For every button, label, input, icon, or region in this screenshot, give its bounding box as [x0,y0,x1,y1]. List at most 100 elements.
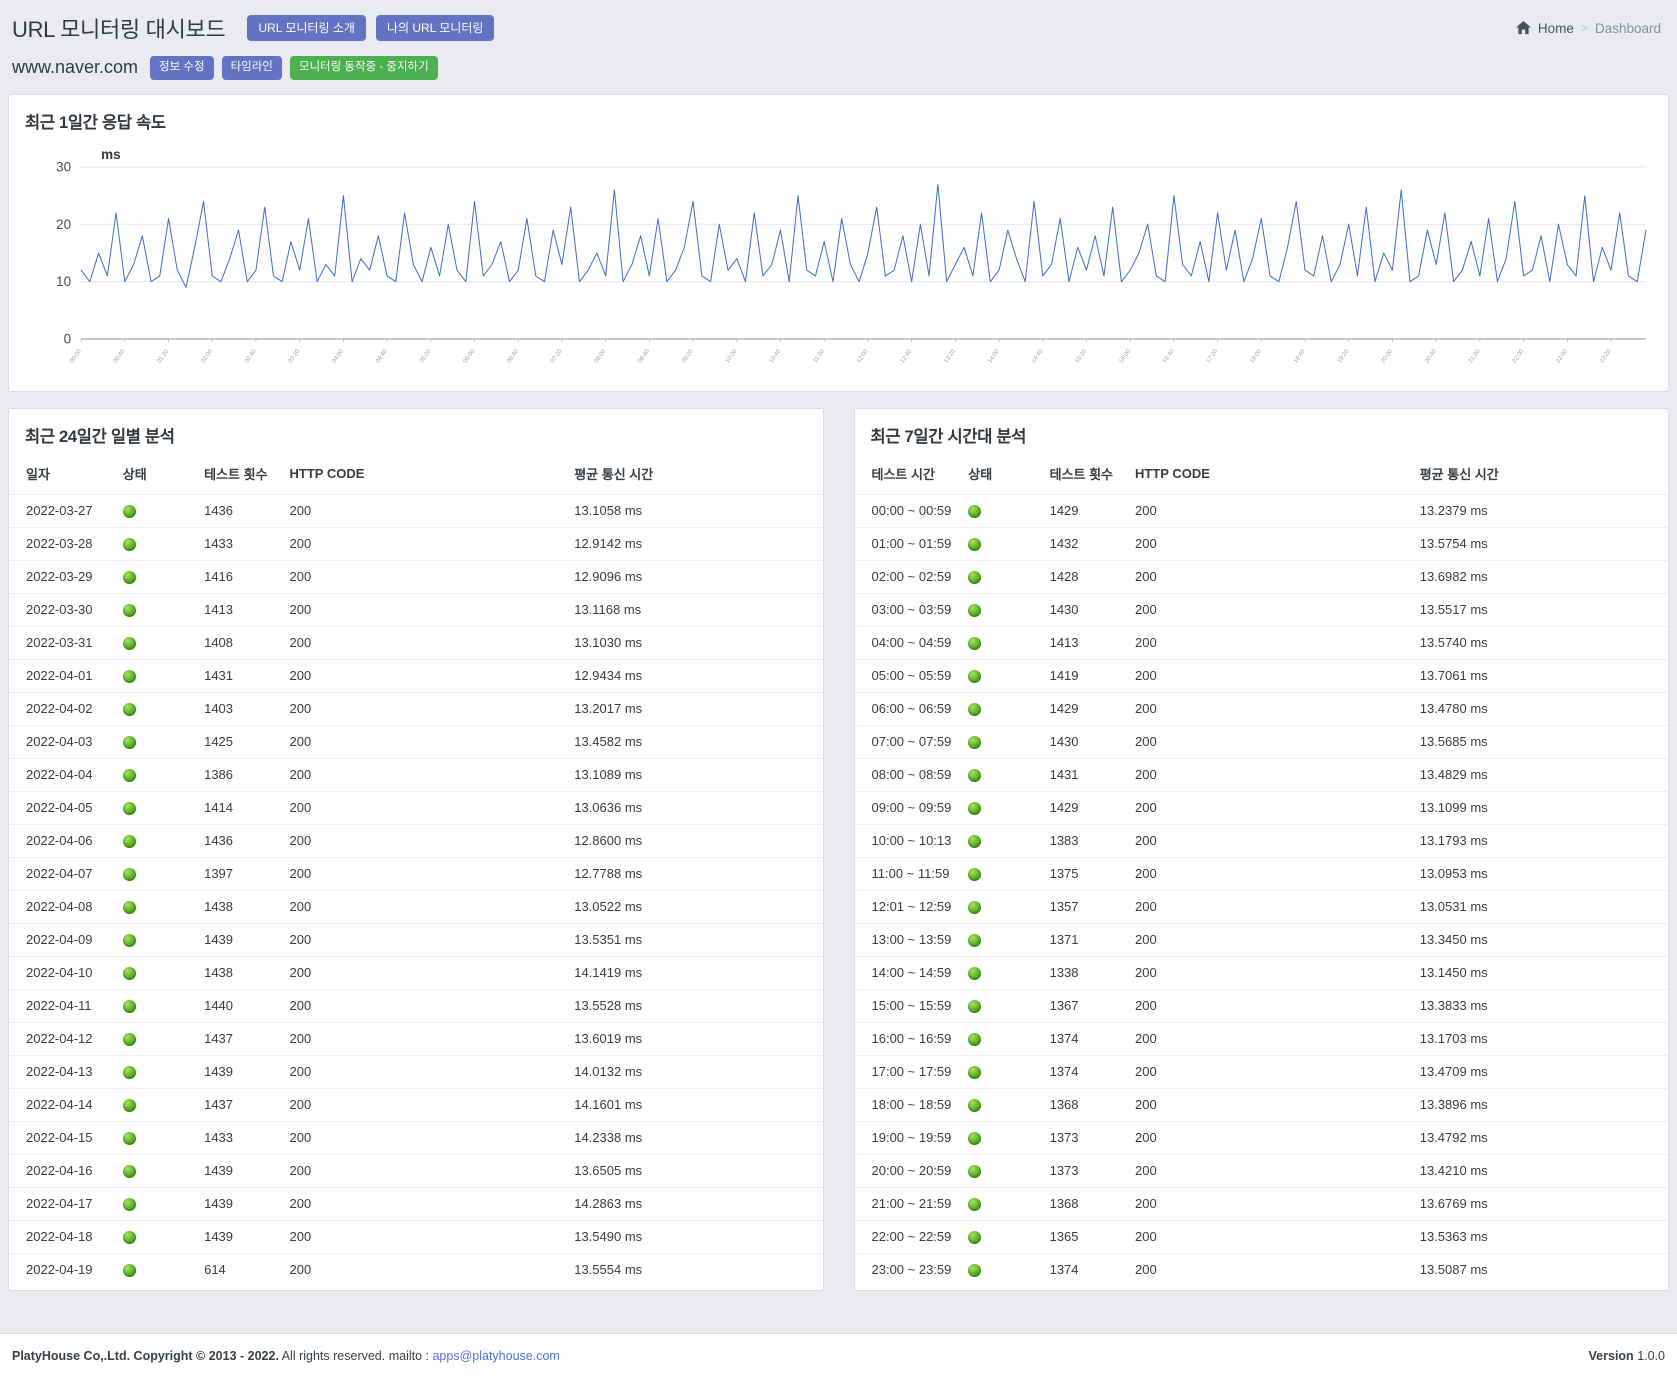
status-ok-icon [123,670,136,683]
cell: 12.9142 ms [566,527,822,560]
status-ok-icon [123,1231,136,1244]
svg-text:10:00: 10:00 [725,348,739,364]
page-title: URL 모니터링 대시보드 [12,12,225,44]
cell: 200 [1127,890,1412,923]
cell: 200 [282,494,567,527]
cell: 2022-04-18 [9,1220,115,1253]
status-ok-icon [968,769,981,782]
breadcrumb-home-link[interactable]: Home [1538,21,1574,36]
status-cell [960,791,1041,824]
cell: 13.0953 ms [1412,857,1668,890]
status-ok-icon [968,901,981,914]
table-row: 2022-04-14143720014.1601 ms [9,1088,823,1121]
cell: 13.2379 ms [1412,494,1668,527]
cell: 200 [282,593,567,626]
email-link[interactable]: apps@platyhouse.com [432,1349,559,1363]
status-cell [115,1055,196,1088]
cell: 13.5087 ms [1412,1253,1668,1286]
cell: 200 [282,1154,567,1187]
cell: 1440 [196,989,281,1022]
status-cell [960,527,1041,560]
status-cell [115,989,196,1022]
status-cell [115,626,196,659]
cell: 200 [282,791,567,824]
column-header: 평균 통신 시간 [566,453,822,495]
status-ok-icon [123,1132,136,1145]
cell: 13.5685 ms [1412,725,1668,758]
table-row: 2022-04-04138620013.1089 ms [9,758,823,791]
cell: 200 [1127,1154,1412,1187]
status-ok-icon [123,1000,136,1013]
svg-text:00:40: 00:40 [113,348,127,364]
table-row: 03:00 ~ 03:59143020013.5517 ms [855,593,1669,626]
svg-text:14:00: 14:00 [987,348,1001,364]
cell: 1414 [196,791,281,824]
cell: 200 [282,857,567,890]
table-row: 2022-03-28143320012.9142 ms [9,527,823,560]
cell: 14.0132 ms [566,1055,822,1088]
cell: 1338 [1042,956,1127,989]
table-row: 2022-04-18143920013.5490 ms [9,1220,823,1253]
status-cell [115,560,196,593]
cell: 200 [282,659,567,692]
cell: 21:00 ~ 21:59 [855,1187,961,1220]
status-ok-icon [968,670,981,683]
table-row: 2022-04-17143920014.2863 ms [9,1187,823,1220]
cell: 13.3896 ms [1412,1088,1668,1121]
cell: 1386 [196,758,281,791]
status-cell [960,1121,1041,1154]
svg-text:08:40: 08:40 [637,348,651,364]
cell: 2022-04-10 [9,956,115,989]
cell: 200 [1127,1187,1412,1220]
status-cell [960,1187,1041,1220]
cell: 200 [282,527,567,560]
svg-text:11:20: 11:20 [813,348,827,364]
cell: 13.1703 ms [1412,1022,1668,1055]
svg-text:22:00: 22:00 [1512,348,1526,364]
cell: 17:00 ~ 17:59 [855,1055,961,1088]
edit-info-button[interactable]: 정보 수정 [150,56,214,80]
status-ok-icon [968,1198,981,1211]
status-ok-icon [123,604,136,617]
timeline-button[interactable]: 타임라인 [222,56,282,80]
cell: 200 [282,1220,567,1253]
url-monitoring-intro-button[interactable]: URL 모니터링 소개 [247,15,365,41]
status-cell [960,659,1041,692]
cell: 1368 [1042,1187,1127,1220]
status-ok-icon [123,637,136,650]
svg-text:05:20: 05:20 [419,348,433,364]
cell: 200 [282,923,567,956]
svg-text:09:20: 09:20 [681,348,695,364]
cell: 1373 [1042,1121,1127,1154]
table-row: 21:00 ~ 21:59136820013.6769 ms [855,1187,1669,1220]
table-row: 02:00 ~ 02:59142820013.6982 ms [855,560,1669,593]
cell: 2022-04-11 [9,989,115,1022]
cell: 14:00 ~ 14:59 [855,956,961,989]
cell: 13.1030 ms [566,626,822,659]
table-row: 2022-04-03142520013.4582 ms [9,725,823,758]
response-speed-card: 최근 1일간 응답 속도 0102030ms00:0000:4001:2002:… [8,94,1669,392]
status-cell [960,857,1041,890]
status-cell [115,527,196,560]
status-ok-icon [123,736,136,749]
svg-text:14:40: 14:40 [1031,348,1045,364]
monitoring-stop-button[interactable]: 모니터링 동작중 - 중지하기 [290,56,438,80]
cell: 1429 [1042,494,1127,527]
status-cell [115,1253,196,1286]
cell: 13.5490 ms [566,1220,822,1253]
cell: 1365 [1042,1220,1127,1253]
status-cell [960,923,1041,956]
status-cell [960,758,1041,791]
my-url-monitoring-button[interactable]: 나의 URL 모니터링 [376,15,494,41]
cell: 1436 [196,824,281,857]
table-row: 12:01 ~ 12:59135720013.0531 ms [855,890,1669,923]
cell: 12.8600 ms [566,824,822,857]
cell: 2022-03-27 [9,494,115,527]
cell: 200 [282,890,567,923]
table-row: 17:00 ~ 17:59137420013.4709 ms [855,1055,1669,1088]
cell: 200 [1127,1055,1412,1088]
status-cell [960,824,1041,857]
cell: 1429 [1042,791,1127,824]
cell: 1436 [196,494,281,527]
svg-text:20:00: 20:00 [1381,348,1395,364]
